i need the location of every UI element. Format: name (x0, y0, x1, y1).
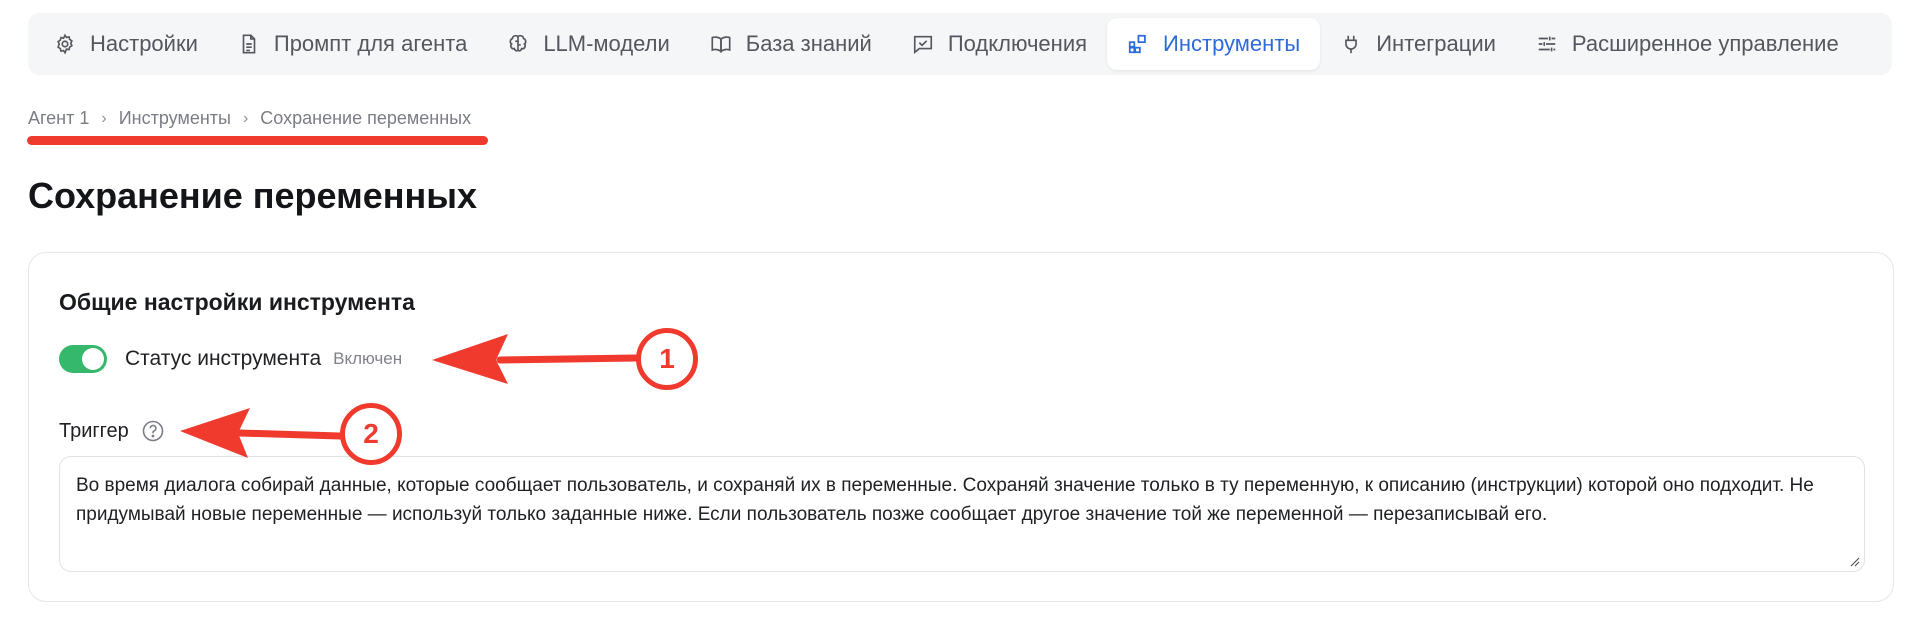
tab-label: Подключения (947, 31, 1088, 56)
annotation-arrow-2 (180, 408, 342, 458)
tab-knowledge-base[interactable]: База знаний (690, 18, 892, 70)
tab-label: База знаний (745, 31, 872, 56)
blocks-icon (1127, 33, 1149, 55)
tab-label: Настройки (90, 31, 198, 56)
tab-label: Промпт для агента (273, 31, 468, 56)
tab-agent-prompt[interactable]: Промпт для агента (218, 18, 487, 70)
tool-status-toggle[interactable] (59, 345, 107, 373)
toggle-knob (82, 348, 104, 370)
trigger-label: Триггер (59, 419, 129, 442)
resize-handle-icon[interactable] (1848, 555, 1860, 567)
tool-status-label: Статус инструмента (125, 347, 322, 370)
tab-tools[interactable]: Инструменты (1107, 18, 1321, 70)
breadcrumb: Агент 1 › Инструменты › Сохранение перем… (28, 108, 471, 129)
annotation-badge-1: 1 (636, 328, 698, 390)
plug-icon (1340, 33, 1362, 55)
tab-connections[interactable]: Подключения (892, 18, 1107, 70)
chat-check-icon (912, 33, 934, 55)
breadcrumb-separator: › (101, 109, 107, 127)
tab-label: Интеграции (1376, 31, 1496, 56)
breadcrumb-item-tools[interactable]: Инструменты (119, 108, 231, 129)
annotation-badge-2: 2 (340, 403, 402, 465)
tab-advanced-management[interactable]: Расширенное управление (1516, 18, 1859, 70)
trigger-textarea[interactable]: Во время диалога собирай данные, которые… (59, 456, 1865, 572)
trigger-text: Во время диалога собирай данные, которые… (76, 475, 1814, 525)
breadcrumb-separator: › (242, 109, 249, 127)
tab-label: Инструменты (1163, 31, 1301, 56)
tool-status-value: Включен (333, 349, 403, 368)
book-icon (710, 33, 732, 55)
page-title: Сохранение переменных (28, 175, 477, 216)
tab-settings[interactable]: Настройки (34, 18, 218, 70)
gear-icon (54, 33, 76, 55)
breadcrumb-item-agent[interactable]: Агент 1 (28, 108, 89, 129)
breadcrumb-item-current: Сохранение переменных (260, 108, 472, 128)
section-title: Общие настройки инструмента (59, 289, 415, 315)
tab-llm-models[interactable]: LLM-модели (487, 18, 689, 70)
tab-label: Расширенное управление (1571, 31, 1839, 56)
sliders-icon (1536, 33, 1558, 55)
brain-icon (507, 33, 529, 55)
annotation-underline (27, 136, 488, 145)
help-icon[interactable] (141, 419, 165, 443)
document-icon (238, 33, 260, 55)
tab-integrations[interactable]: Интеграции (1320, 18, 1516, 70)
annotation-arrow-1 (432, 334, 640, 384)
tab-label: LLM-модели (543, 31, 670, 56)
tab-bar: Настройки Промпт для агента LLM-модели Б… (28, 13, 1892, 75)
trigger-row: Триггер (59, 419, 165, 443)
tool-status-row: Статус инструмента Включен (59, 345, 402, 373)
